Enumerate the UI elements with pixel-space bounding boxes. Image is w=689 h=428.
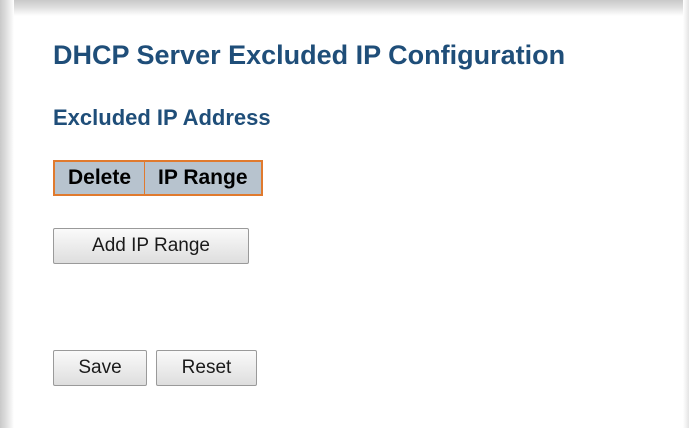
main-content: DHCP Server Excluded IP Configuration Ex… [53, 38, 673, 386]
frame-shadow-right [683, 0, 689, 428]
frame-shadow-left [0, 0, 14, 428]
table-header-row: Delete IP Range [53, 160, 263, 196]
section-title: Excluded IP Address [53, 105, 271, 130]
add-ip-range-button[interactable]: Add IP Range [53, 228, 249, 264]
page-title: DHCP Server Excluded IP Configuration [53, 40, 566, 70]
column-header-delete: Delete [53, 160, 146, 196]
page-frame: DHCP Server Excluded IP Configuration Ex… [0, 0, 689, 428]
frame-shadow-top [0, 0, 689, 16]
column-header-ip-range: IP Range [144, 160, 263, 196]
excluded-ip-table: Delete IP Range [53, 160, 263, 196]
reset-button[interactable]: Reset [156, 350, 257, 386]
save-button[interactable]: Save [53, 350, 147, 386]
